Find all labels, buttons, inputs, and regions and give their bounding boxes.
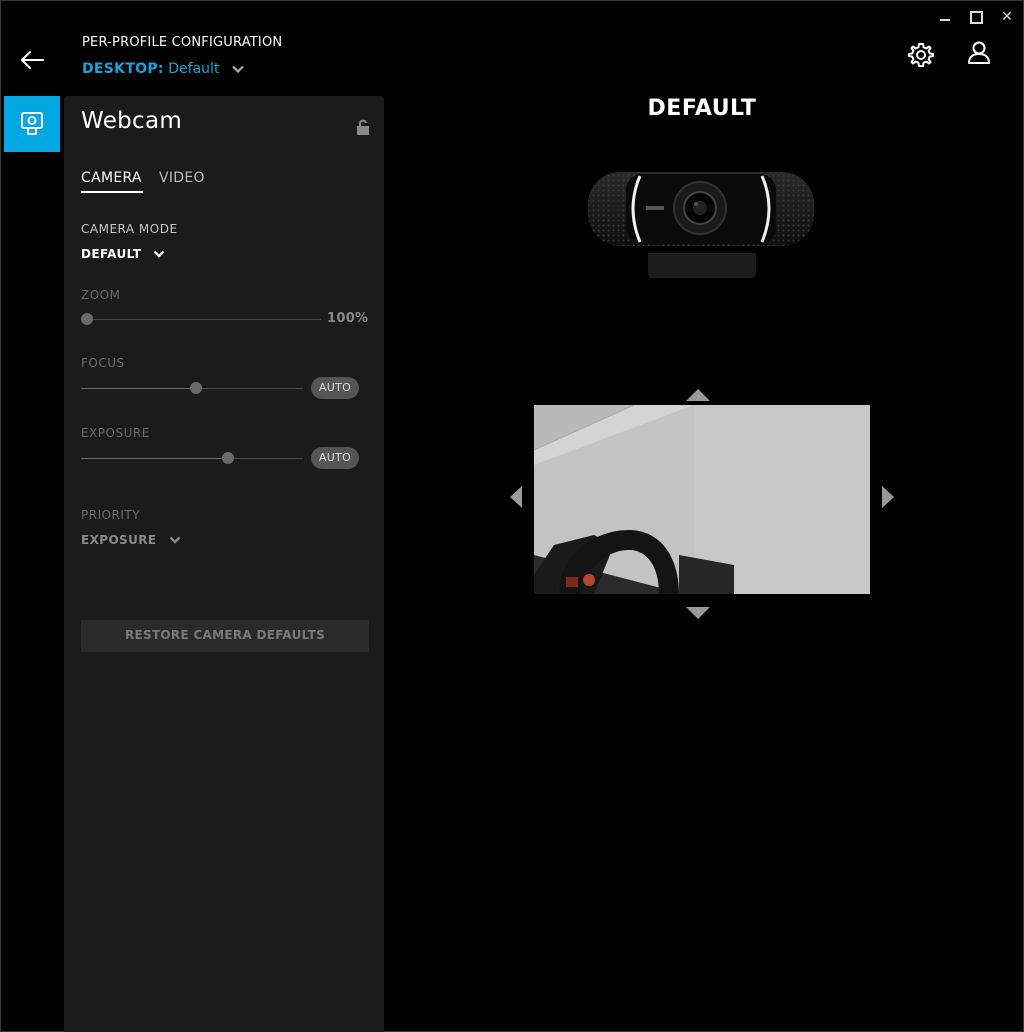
chevron-down-icon	[154, 250, 165, 258]
chevron-down-icon	[169, 536, 180, 544]
profile-selector[interactable]: DESKTOP: Default	[82, 61, 244, 77]
lock-button[interactable]	[356, 118, 370, 136]
config-title: PER-PROFILE CONFIGURATION	[82, 35, 283, 50]
focus-label: FOCUS	[81, 356, 125, 370]
settings-panel	[64, 96, 384, 1032]
priority-label: PRIORITY	[81, 508, 141, 522]
camera-mode-dropdown[interactable]: DEFAULT	[81, 243, 165, 262]
triangle-up-icon	[686, 389, 710, 401]
profile-prefix: DESKTOP:	[82, 61, 164, 77]
panel-title: Webcam	[81, 108, 183, 134]
pan-right-button[interactable]	[882, 486, 894, 512]
camera-mode-label: CAMERA MODE	[81, 222, 178, 236]
gear-icon	[908, 43, 934, 67]
settings-button[interactable]	[906, 40, 936, 70]
exposure-auto-toggle[interactable]: AUTO	[311, 447, 359, 469]
tab-active-indicator	[81, 191, 143, 193]
account-button[interactable]	[964, 38, 994, 68]
chevron-down-icon	[232, 65, 244, 73]
restore-camera-defaults-button[interactable]: RESTORE CAMERA DEFAULTS	[81, 620, 369, 652]
maximize-icon	[969, 11, 983, 24]
webcam-icon	[21, 112, 43, 135]
focus-slider-fill	[81, 388, 197, 389]
triangle-down-icon	[686, 607, 710, 619]
unlocked-padlock-icon	[357, 119, 369, 135]
exposure-label: EXPOSURE	[81, 426, 150, 440]
pan-left-button[interactable]	[510, 486, 522, 512]
mode-title: DEFAULT	[647, 96, 757, 121]
tab-video[interactable]: VIDEO	[159, 170, 205, 186]
priority-dropdown[interactable]: EXPOSURE	[81, 529, 181, 548]
close-icon: ✕	[1001, 9, 1013, 25]
camera-mode-value: DEFAULT	[81, 247, 142, 261]
zoom-label: ZOOM	[81, 288, 121, 302]
close-button[interactable]: ✕	[992, 4, 1022, 30]
back-button[interactable]	[18, 46, 46, 74]
zoom-value: 100%	[327, 311, 369, 326]
focus-auto-toggle[interactable]: AUTO	[311, 377, 359, 399]
triangle-right-icon	[882, 486, 894, 508]
device-tab-webcam[interactable]	[4, 96, 60, 152]
back-arrow-icon	[21, 51, 44, 69]
tab-camera[interactable]: CAMERA	[81, 170, 142, 186]
profile-name: Default	[168, 61, 220, 77]
priority-value: EXPOSURE	[81, 533, 157, 547]
zoom-slider-track[interactable]	[87, 319, 321, 320]
webcam-product-image	[586, 168, 816, 280]
exposure-slider-thumb[interactable]	[221, 452, 234, 464]
user-icon	[968, 41, 990, 64]
pan-up-button[interactable]	[686, 386, 710, 405]
exposure-slider-fill	[81, 458, 228, 459]
live-camera-preview	[534, 405, 870, 594]
minimize-icon	[940, 19, 950, 21]
maximize-button[interactable]	[961, 4, 991, 30]
minimize-button[interactable]	[930, 4, 960, 30]
triangle-left-icon	[510, 486, 522, 508]
zoom-slider-thumb[interactable]	[81, 313, 93, 325]
pan-down-button[interactable]	[686, 604, 710, 623]
